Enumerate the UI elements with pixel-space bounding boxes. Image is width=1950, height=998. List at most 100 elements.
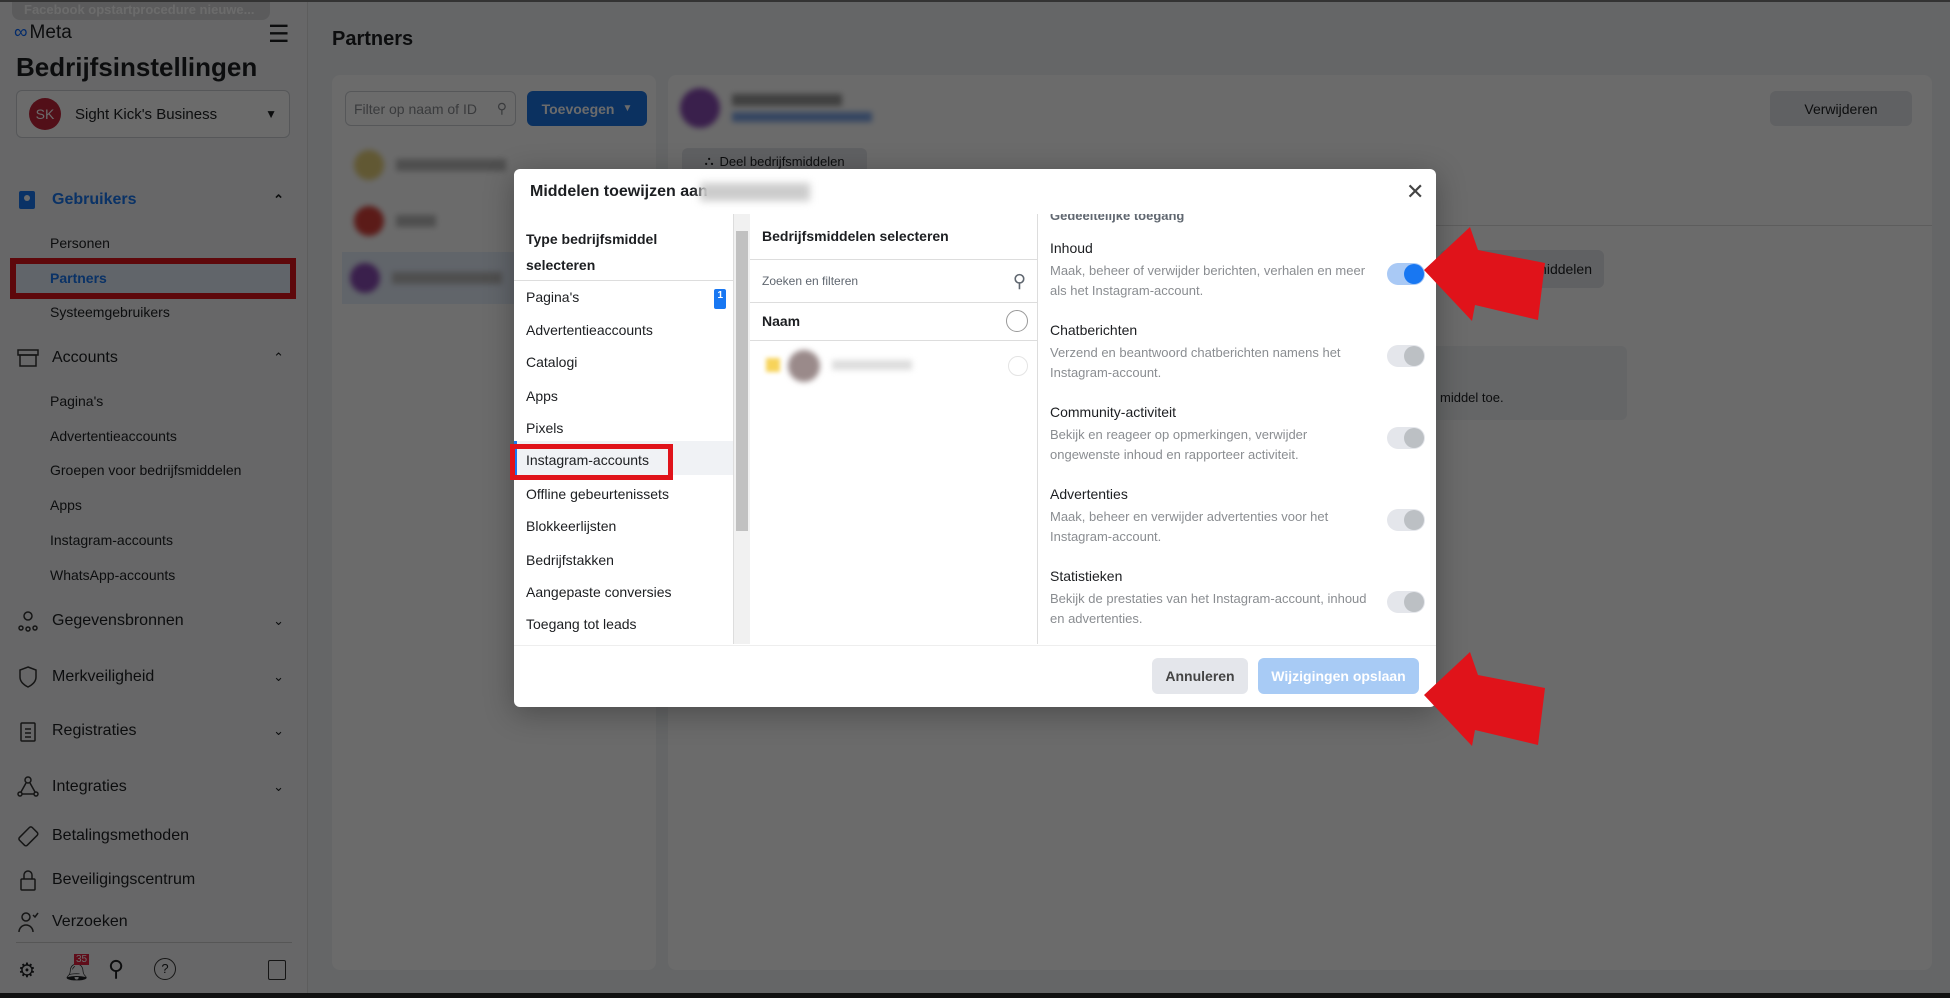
blurred-name [396,159,506,171]
asset-type-leads[interactable]: Toegang tot leads [526,616,726,636]
top-bar [0,0,1950,2]
asset-radio[interactable] [1008,356,1028,376]
chevron-up-icon: ⌃ [273,192,284,207]
divider [750,340,1038,341]
permission-title: Advertenties [1050,486,1128,502]
toggle-knob [1404,592,1424,612]
sidebar-item-groepen[interactable]: Groepen voor bedrijfsmiddelen [50,462,241,482]
sidebar-section-merkveiligheid[interactable]: Merkveiligheid ⌄ [16,665,286,689]
asset-type-blokkeerlijsten[interactable]: Blokkeerlijsten [526,518,726,538]
asset-type-bedrijfstakken[interactable]: Bedrijfstakken [526,552,726,572]
integrations-icon [17,776,39,797]
asset-type-column: Type bedrijfsmiddel selecteren Pagina's 1… [514,214,734,644]
chevron-down-icon: ⌄ [273,779,284,794]
asset-type-apps[interactable]: Apps [526,388,726,408]
empty-state-text: middel toe. [1440,390,1504,405]
asset-type-header: Type bedrijfsmiddel selecteren [526,231,658,273]
permission-toggle[interactable] [1387,591,1425,613]
collapse-panel-icon[interactable] [268,960,286,980]
data-sources-icon [18,611,38,632]
asset-type-pixels[interactable]: Pixels [526,420,726,440]
sidebar-section-registraties[interactable]: Registraties ⌄ [16,719,286,743]
permission-toggle[interactable] [1387,427,1425,449]
sidebar-item-instagram[interactable]: Instagram-accounts [50,532,173,552]
permission-description: Maak, beheer en verwijder advertenties v… [1050,509,1329,544]
select-all-radio[interactable] [1006,310,1028,332]
sidebar-item-betalingsmethoden[interactable]: Betalingsmethoden [16,824,286,848]
divider [750,302,1038,303]
blurred-asset-name [832,360,912,370]
cancel-button[interactable]: Annuleren [1152,658,1248,694]
meta-logo[interactable]: ∞ Meta [14,22,72,44]
clipboard-icon [20,722,36,742]
caret-down-icon: ▼ [265,107,277,121]
remove-button[interactable]: Verwijderen [1770,91,1912,126]
business-selector[interactable]: SK Sight Kick's Business ▼ [16,90,290,138]
toggle-knob [1404,510,1424,530]
sidebar-item-beveiligingscentrum[interactable]: Beveiligingscentrum [16,868,286,892]
sidebar-item-systeemgebruikers[interactable]: Systeemgebruikers [50,304,170,324]
archive-icon [17,349,39,367]
name-column-header: Naam [762,313,801,329]
red-arrow-annotation [1424,227,1545,321]
asset-type-catalogi[interactable]: Catalogi [526,354,726,374]
sidebar-item-verzoeken[interactable]: Verzoeken [16,910,286,934]
sidebar-item-whatsapp[interactable]: WhatsApp-accounts [50,567,175,587]
settings-icon[interactable]: ⚙ [18,958,36,983]
divider [16,942,292,943]
share-icon: ⛬ [704,153,714,168]
main-title: Partners [332,28,414,50]
warning-icon [766,358,780,372]
sidebar-section-accounts[interactable]: Accounts ⌃ [16,346,286,370]
assign-assets-modal: Middelen toewijzen aan ✕ Type bedrijfsmi… [510,169,1436,707]
asset-type-paginas[interactable]: Pagina's 1 [526,289,726,309]
partial-access-header: Gedeeltelijke toegang [1050,214,1185,223]
permission-title: Chatberichten [1050,322,1138,338]
page-title: Bedrijfsinstellingen [16,52,258,82]
help-icon[interactable]: ? [154,958,176,980]
partner-avatar [680,88,720,128]
blurred-partner-name [700,183,810,201]
toggle-knob [1404,346,1424,366]
filter-input[interactable]: Filter op naam of ID ⚲ [345,91,516,126]
count-badge: 1 [714,289,726,309]
menu-icon[interactable]: ☰ [268,20,290,49]
blurred-partner-id [732,112,872,122]
save-changes-button[interactable]: Wijzigingen opslaan [1258,658,1419,694]
asset-type-advertentieaccounts[interactable]: Advertentieaccounts [526,322,726,342]
credit-card-icon [18,826,39,847]
chevron-down-icon: ⌄ [273,613,284,628]
asset-avatar [788,350,820,382]
sidebar-item-partners[interactable]: Partners [50,270,107,290]
sidebar-section-gebruikers[interactable]: Gebruikers ⌃ [16,188,286,212]
asset-type-offline[interactable]: Offline gebeurtenissets [526,486,726,506]
permission-toggle[interactable] [1387,345,1425,367]
permission-title: Community-activiteit [1050,404,1177,420]
caret-down-icon: ▼ [622,103,633,114]
sidebar-item-advertentieaccounts[interactable]: Advertentieaccounts [50,428,177,448]
sidebar-item-apps[interactable]: Apps [50,497,82,517]
modal-title: Middelen toewijzen aan [530,183,708,200]
sidebar-item-personen[interactable]: Personen [50,235,110,255]
blurred-partner-name [732,94,842,106]
sidebar-section-gegevensbronnen[interactable]: Gegevensbronnen ⌄ [16,609,286,633]
blurred-name [392,272,502,284]
sidebar-section-integraties[interactable]: Integraties ⌄ [16,775,286,799]
add-button[interactable]: Toevoegen ▼ [527,91,647,126]
search-icon[interactable]: ⚲ [108,956,124,982]
sidebar: ∞ Meta ☰ Bedrijfsinstellingen SK Sight Kic… [0,0,308,998]
close-icon[interactable]: ✕ [1406,179,1424,205]
permission-description: Maak, beheer of verwijder berichten, ver… [1050,263,1366,298]
avatar [350,263,380,293]
search-input[interactable]: Zoeken en filteren ⚲ [750,260,1038,302]
permission-title: Statistieken [1050,568,1123,584]
asset-type-conversies[interactable]: Aangepaste conversies [526,584,726,604]
lock-icon [20,870,36,891]
asset-select-header: Bedrijfsmiddelen selecteren [762,228,949,244]
asset-select-column: Bedrijfsmiddelen selecteren Zoeken en fi… [750,214,1038,644]
permission-description: Verzend en beantwoord chatberichten name… [1050,345,1341,380]
avatar [354,150,384,180]
permission-toggle[interactable] [1387,509,1425,531]
scrollbar-thumb[interactable] [736,231,748,531]
sidebar-item-paginas[interactable]: Pagina's [50,393,103,413]
